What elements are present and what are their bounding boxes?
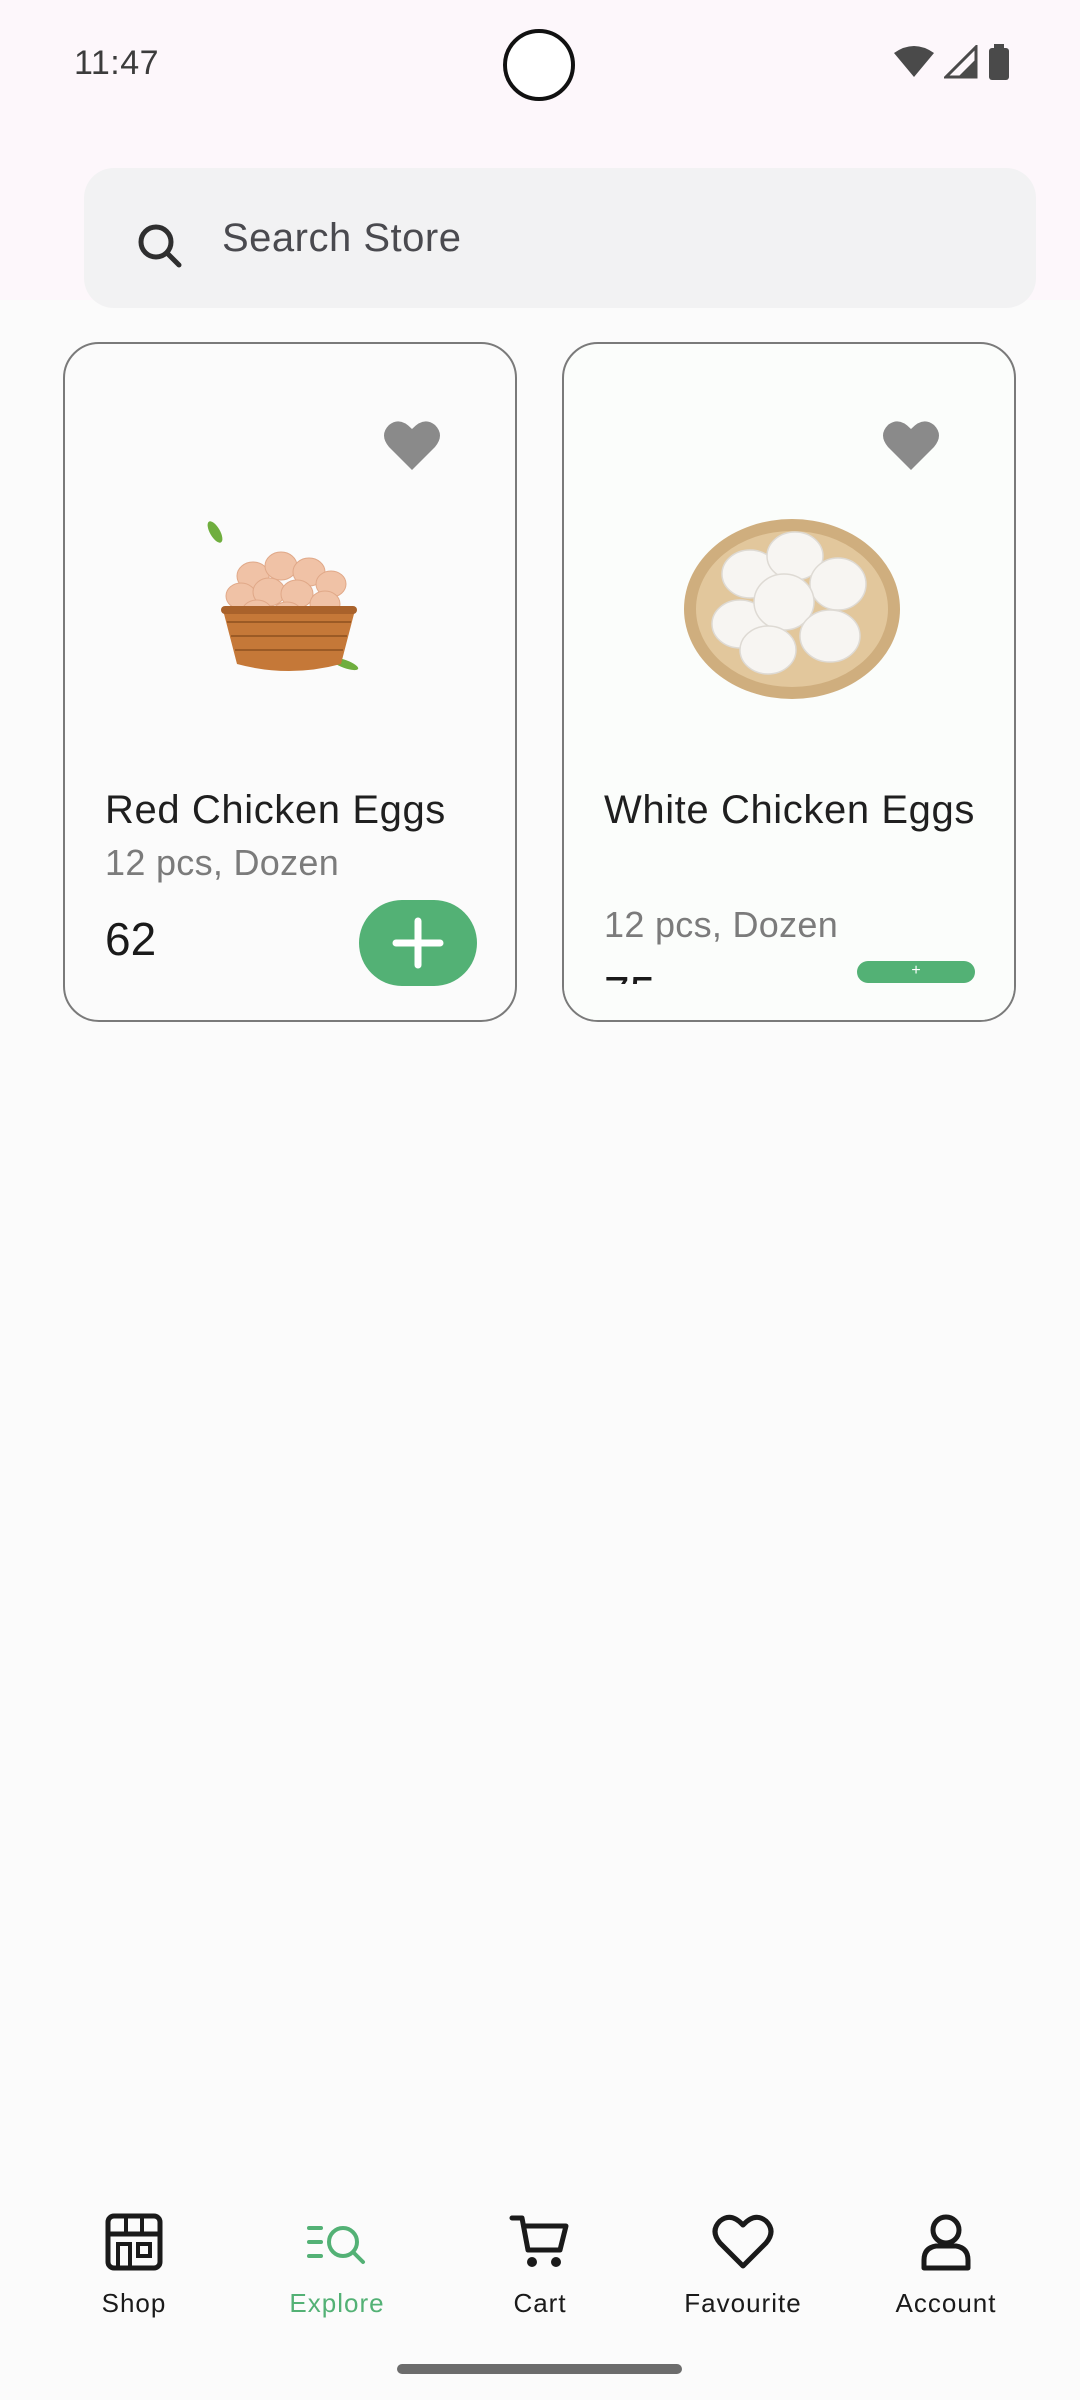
wifi-icon [894, 46, 934, 77]
search-input[interactable]: Search Store [84, 168, 1036, 308]
nav-label-shop: Shop [101, 2288, 167, 2318]
nav-item-explore[interactable]: Explore [257, 2210, 417, 2319]
explore-icon [307, 2226, 365, 2264]
nav-item-account[interactable]: Account [866, 2210, 1026, 2319]
card-clip [564, 984, 1014, 1020]
home-indicator[interactable] [397, 2364, 682, 2374]
add-to-cart-button[interactable] [359, 900, 477, 986]
store-icon [105, 2213, 163, 2271]
product-quantity: 12 pcs, Dozen [105, 842, 340, 883]
product-image-white-eggs [684, 519, 900, 699]
product-name: Red Chicken Eggs [105, 788, 446, 832]
camera-cutout [503, 29, 575, 101]
battery-icon [989, 44, 1009, 80]
product-price: 62 [105, 913, 157, 965]
product-image-red-eggs [207, 521, 359, 671]
product-name: White Chicken Eggs [604, 788, 975, 832]
top-header-area: 11:47 Search Store [0, 0, 1080, 308]
search-icon [138, 224, 182, 268]
nav-label-cart: Cart [513, 2288, 567, 2318]
heart-icon[interactable] [882, 418, 940, 472]
product-card[interactable]: Red Chicken Eggs 12 pcs, Dozen 62 [63, 342, 517, 1022]
product-card[interactable]: White Chicken Eggs 12 pcs, Dozen 75 + [562, 342, 1016, 1022]
user-icon [921, 2214, 971, 2271]
nav-item-shop[interactable]: Shop [54, 2210, 214, 2319]
nav-label-account: Account [895, 2288, 997, 2318]
heart-icon [712, 2214, 774, 2269]
plus-icon [392, 917, 444, 969]
nav-label-explore: Explore [289, 2288, 385, 2318]
nav-item-favourite[interactable]: Favourite [663, 2210, 823, 2319]
signal-icon [944, 45, 978, 79]
nav-label-favourite: Favourite [684, 2288, 802, 2318]
cart-icon [509, 2215, 569, 2267]
product-quantity: 12 pcs, Dozen [604, 904, 839, 945]
status-time: 11:47 [74, 44, 160, 82]
status-icons [894, 44, 1010, 80]
add-to-cart-button[interactable]: + [857, 961, 975, 983]
search-placeholder: Search Store [222, 216, 462, 260]
heart-icon[interactable] [383, 418, 441, 472]
nav-item-cart[interactable]: Cart [460, 2210, 620, 2319]
